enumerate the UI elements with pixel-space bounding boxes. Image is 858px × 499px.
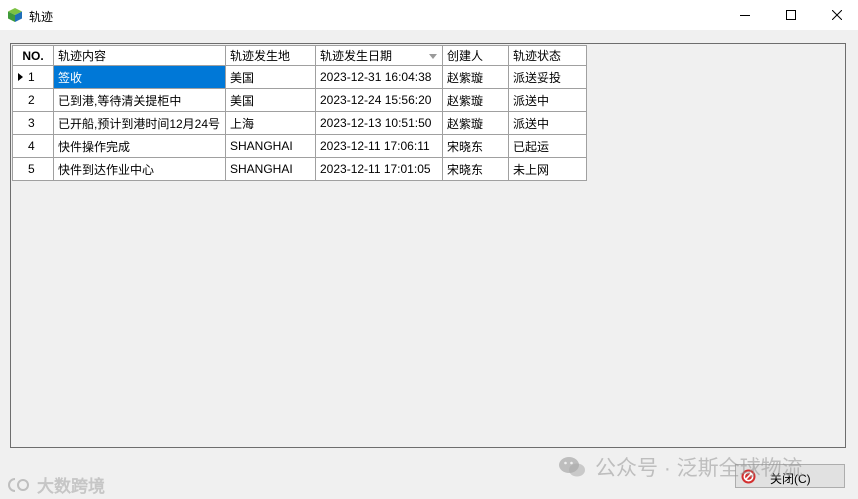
row-number-cell[interactable]: 2: [12, 88, 54, 112]
cell-location[interactable]: 美国: [225, 65, 316, 89]
col-header-date[interactable]: 轨迹发生日期: [315, 45, 443, 66]
wechat-icon: [559, 457, 585, 477]
watermark-right-text: 公众号 · 泛斯全球物流: [595, 457, 803, 480]
cell-date[interactable]: 2023-12-13 10:51:50: [315, 111, 443, 135]
watermark-right: 公众号 · 泛斯全球物流: [557, 452, 803, 482]
col-header-no[interactable]: NO.: [12, 45, 54, 66]
grid-row[interactable]: 5 快件到达作业中心 SHANGHAI 2023-12-11 17:01:05 宋晓东未…: [12, 157, 587, 181]
window-title: 轨迹: [29, 10, 54, 24]
cell-creator[interactable]: 宋晓东: [442, 134, 509, 158]
row-number: 4: [28, 139, 35, 153]
cell-location[interactable]: SHANGHAI: [225, 157, 316, 181]
maximize-icon: [786, 10, 796, 20]
cell-date[interactable]: 2023-12-31 16:04:38: [315, 65, 443, 89]
cell-status[interactable]: 已起运: [508, 134, 587, 158]
row-number-cell[interactable]: 3: [12, 111, 54, 135]
watermark-left-text: 大数跨境: [37, 477, 105, 496]
cell-content[interactable]: 快件到达作业中心: [53, 157, 226, 181]
cell-creator[interactable]: 赵紫璇: [442, 65, 509, 89]
grid-row[interactable]: 4 快件操作完成 SHANGHAI 2023-12-11 17:06:11 宋晓东 已起运: [12, 134, 587, 158]
row-number: 5: [28, 162, 35, 176]
cell-location[interactable]: 上海: [225, 111, 316, 135]
cell-creator[interactable]: 赵紫璇: [442, 88, 509, 112]
cell-content[interactable]: 已到港,等待清关提柜中: [53, 88, 226, 112]
app-cube-icon: [8, 8, 22, 22]
cell-status[interactable]: 派送中: [508, 111, 587, 135]
row-number: 3: [28, 116, 35, 130]
row-number-cell[interactable]: 4: [12, 134, 54, 158]
title-bar[interactable]: 轨迹: [0, 0, 858, 30]
cell-date[interactable]: 2023-12-24 15:56:20: [315, 88, 443, 112]
grid-header-row: NO. 轨迹内容 轨迹发生地 轨迹发生日期 创建人 轨迹状态: [12, 45, 587, 66]
cell-content[interactable]: 快件操作完成: [53, 134, 226, 158]
row-number: 2: [28, 93, 35, 107]
col-header-content[interactable]: 轨迹内容: [53, 45, 226, 66]
grid-row[interactable]: 2 已到港,等待清关提柜中 美国 2023-12-24 15:56:20 赵紫璇 派送中: [12, 88, 587, 112]
minimize-icon: [740, 15, 750, 16]
track-grid: NO. 轨迹内容 轨迹发生地 轨迹发生日期 创建人 轨迹状态 1 签收 美国 2023…: [12, 45, 587, 181]
dialog-window: 轨迹 NO. 轨迹内容 轨迹发生地 轨迹发生日期 创建人 轨迹状态 1 签收 美…: [0, 0, 858, 499]
cell-status[interactable]: 未上网: [508, 157, 587, 181]
watermark-left: 大数跨境: [7, 472, 105, 497]
col-header-location[interactable]: 轨迹发生地: [225, 45, 316, 66]
cell-location[interactable]: 美国: [225, 88, 316, 112]
cell-location[interactable]: SHANGHAI: [225, 134, 316, 158]
cell-content[interactable]: 已开船,预计到港时间12月24号: [53, 111, 226, 135]
close-window-button[interactable]: [814, 0, 858, 30]
row-number-cell[interactable]: 5: [12, 157, 54, 181]
grid-row[interactable]: 1 签收 美国 2023-12-31 16:04:38 赵紫璇 派送妥投: [12, 65, 587, 89]
col-header-status[interactable]: 轨迹状态: [508, 45, 587, 66]
cell-content[interactable]: 签收: [53, 65, 226, 89]
current-row-indicator-icon: [18, 73, 23, 81]
grid-row[interactable]: 3 已开船,预计到港时间12月24号 上海 2023-12-13 10:51:50 赵紫…: [12, 111, 587, 135]
cell-status[interactable]: 派送妥投: [508, 65, 587, 89]
cell-creator[interactable]: 赵紫璇: [442, 111, 509, 135]
cell-date[interactable]: 2023-12-11 17:06:11: [315, 134, 443, 158]
cell-date[interactable]: 2023-12-11 17:01:05: [315, 157, 443, 181]
watermark-logo-icon: [8, 477, 29, 492]
maximize-button[interactable]: [768, 0, 814, 30]
cell-status[interactable]: 派送中: [508, 88, 587, 112]
cell-creator[interactable]: 宋晓东: [442, 157, 509, 181]
row-number-cell[interactable]: 1: [12, 65, 54, 89]
track-grid-panel: NO. 轨迹内容 轨迹发生地 轨迹发生日期 创建人 轨迹状态 1 签收 美国 2023…: [10, 43, 846, 448]
col-header-creator[interactable]: 创建人: [442, 45, 509, 66]
col-header-date-label: 轨迹发生日期: [320, 49, 393, 63]
close-icon: [832, 10, 842, 20]
minimize-button[interactable]: [722, 0, 768, 30]
sort-descending-icon: [429, 54, 437, 59]
row-number: 1: [28, 70, 35, 84]
